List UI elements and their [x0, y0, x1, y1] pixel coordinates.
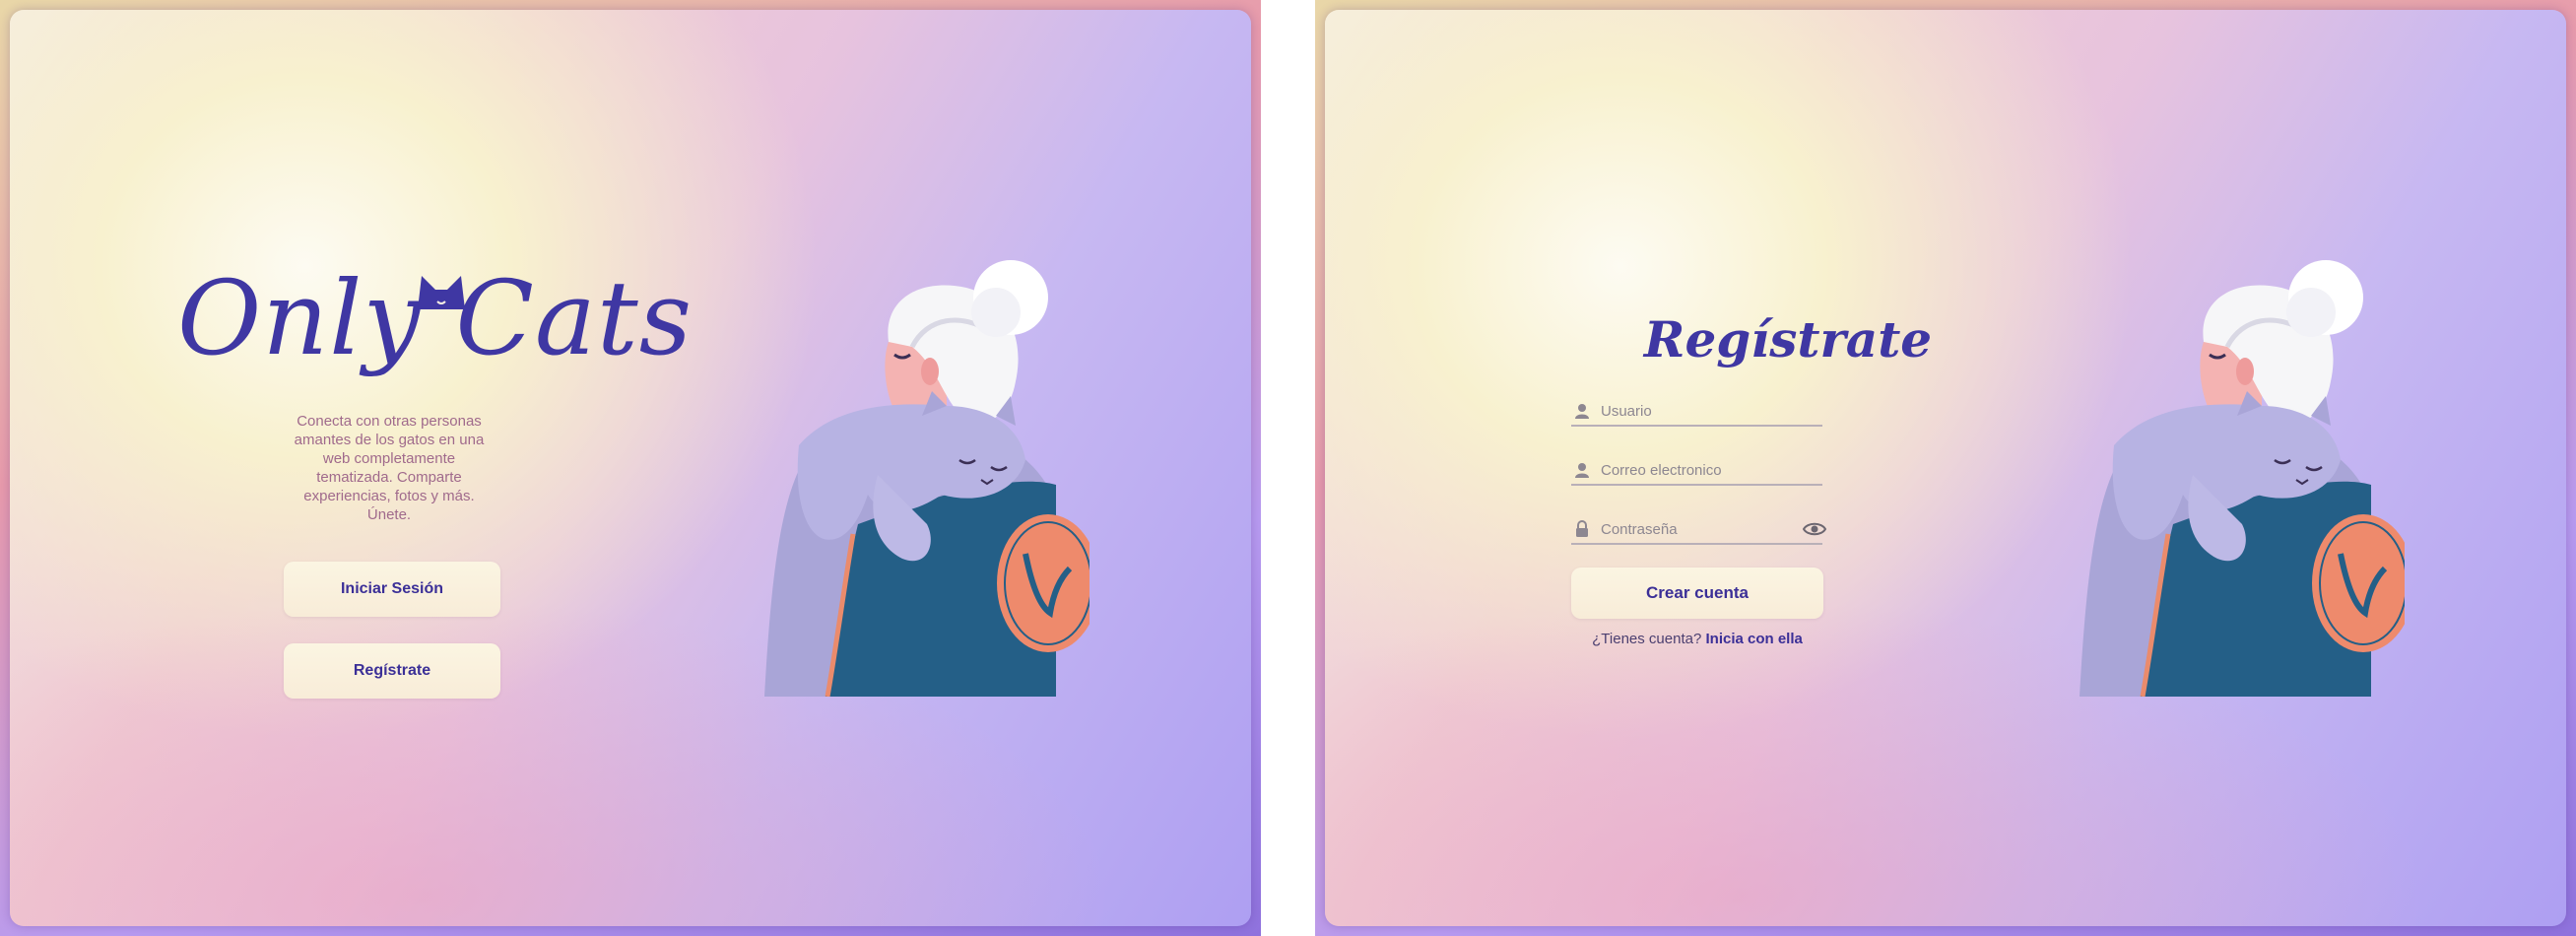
woman-hugging-cat-illustration — [2080, 260, 2405, 697]
login-button[interactable]: Iniciar Sesión — [284, 562, 500, 617]
register-screen: Regístrate Cr — [1315, 0, 2576, 936]
have-account-text: ¿Tienes cuenta? — [1592, 631, 1702, 647]
email-field — [1571, 456, 1822, 486]
username-field — [1571, 397, 1822, 427]
register-card: Regístrate Cr — [1325, 10, 2566, 926]
user-icon — [1575, 463, 1589, 478]
brand-logo-text: Only Cats — [177, 258, 694, 378]
cat-ears-icon — [418, 276, 465, 309]
email-input[interactable] — [1601, 461, 1822, 479]
register-title: Regístrate — [1643, 310, 1933, 368]
woman-hugging-cat-illustration — [764, 260, 1090, 697]
password-input[interactable] — [1601, 520, 1797, 538]
eye-icon[interactable] — [1803, 520, 1826, 538]
landing-card: Only Cats Conecta con otras personas ama… — [10, 10, 1251, 926]
password-field — [1571, 515, 1826, 545]
user-icon — [1575, 404, 1589, 419]
tagline-text: Conecta con otras personas amantes de lo… — [294, 413, 485, 523]
login-prompt: ¿Tienes cuenta? Inicia con ella — [1571, 631, 1823, 647]
lock-icon — [1576, 520, 1588, 537]
landing-screen: Only Cats Conecta con otras personas ama… — [0, 0, 1261, 936]
login-link[interactable]: Inicia con ella — [1705, 631, 1802, 647]
register-button[interactable]: Regístrate — [284, 643, 500, 699]
create-account-button[interactable]: Crear cuenta — [1571, 568, 1823, 619]
username-input[interactable] — [1601, 402, 1822, 420]
